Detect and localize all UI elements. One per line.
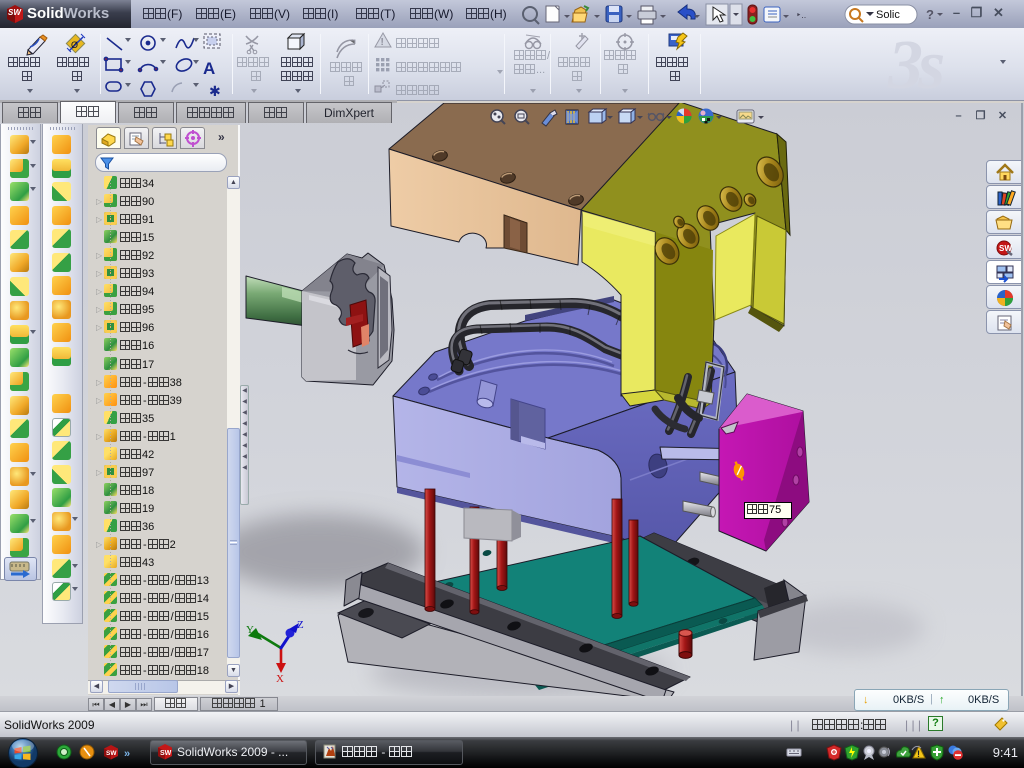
svg-text:Z: Z xyxy=(297,619,304,631)
svg-text:»: » xyxy=(124,748,130,760)
svg-text:SW: SW xyxy=(160,750,172,757)
svg-text:SW: SW xyxy=(999,244,1012,253)
svg-text:Solic: Solic xyxy=(876,9,900,21)
svg-text:‣..: ‣.. xyxy=(796,10,806,20)
svg-text:Ø: Ø xyxy=(71,40,78,50)
svg-text:?: ? xyxy=(926,7,934,22)
svg-text:SW: SW xyxy=(8,8,22,17)
svg-text:A: A xyxy=(203,59,215,78)
svg-text:!: ! xyxy=(381,37,384,48)
svg-text:✱: ✱ xyxy=(209,83,221,99)
svg-text:!: ! xyxy=(917,749,920,759)
svg-text:X: X xyxy=(276,673,284,685)
svg-text:SW: SW xyxy=(106,750,117,757)
svg-text:Y: Y xyxy=(246,624,254,636)
